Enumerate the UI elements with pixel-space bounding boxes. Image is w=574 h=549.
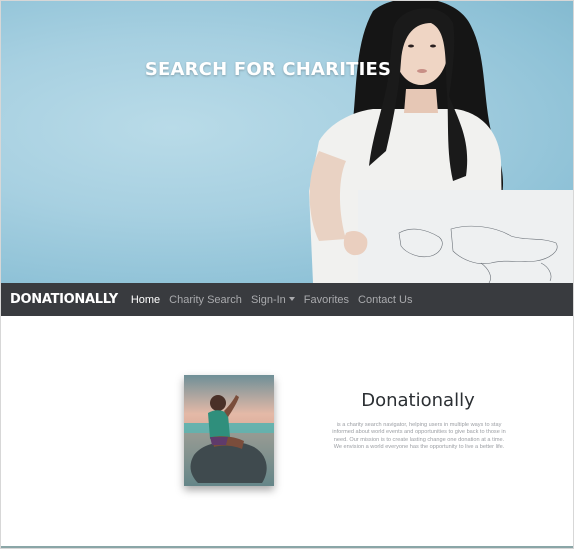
nav-link-favorites[interactable]: Favorites: [304, 294, 349, 306]
nav-links: Home Charity Search Sign-In Favorites Co…: [131, 294, 422, 306]
caret-down-icon: [288, 296, 295, 301]
nav-link-sign-in-label: Sign-In: [250, 293, 286, 306]
nav-link-charity-search[interactable]: Charity Search: [169, 294, 242, 306]
brand-logo[interactable]: DONATIONALLY: [10, 292, 118, 307]
nav-link-home[interactable]: Home: [131, 294, 160, 306]
page-frame: SEARCH FOR CHARITIES DONATIONALLY Home C…: [0, 0, 574, 549]
about-description: is a charity search navigator, helping u…: [332, 422, 506, 451]
hero-title: SEARCH FOR CHARITIES: [144, 59, 392, 80]
about-title: Donationally: [361, 390, 475, 411]
about-photo: [184, 375, 274, 486]
hero-image: [309, 1, 573, 283]
nav-link-contact-us[interactable]: Contact Us: [358, 294, 412, 306]
nav-dropdown-sign-in[interactable]: Sign-In: [251, 294, 295, 306]
child-on-rock-image: [184, 375, 274, 486]
hero-banner: SEARCH FOR CHARITIES: [1, 1, 573, 283]
navbar: DONATIONALLY Home Charity Search Sign-In…: [1, 283, 573, 316]
